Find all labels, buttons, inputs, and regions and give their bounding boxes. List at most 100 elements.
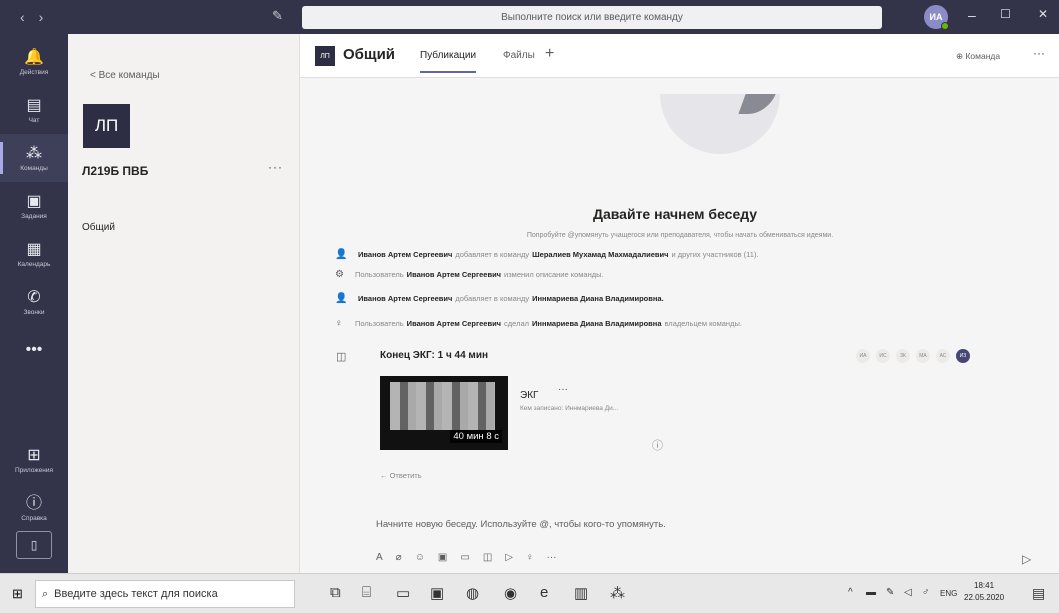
history-nav: ‹ › — [0, 9, 70, 25]
teams-icon: ⁂ — [26, 144, 42, 162]
chrome-icon[interactable]: ◉ — [504, 584, 517, 602]
team-more-icon[interactable]: ··· — [268, 160, 283, 174]
rail-item-teams[interactable]: ⁂ Команды — [0, 134, 68, 182]
system-message: 👤 Иванов Артем Сергеевич добавляет в ком… — [335, 246, 759, 262]
network-icon[interactable]: ▬ — [866, 587, 876, 598]
info-icon[interactable]: ⓘ — [652, 437, 663, 453]
tray-chevron-icon[interactable]: ^ — [848, 587, 853, 598]
participant-avatar[interactable]: ИЗ — [956, 349, 970, 363]
task-view-icon[interactable]: ⧉ — [330, 584, 341, 601]
explorer-icon[interactable]: ▭ — [396, 584, 410, 602]
event-user[interactable]: Иннмариева Диана Владимировна. — [532, 294, 664, 303]
participant-avatar[interactable]: ИС — [876, 349, 890, 363]
windows-start-icon[interactable]: ⊞ — [12, 586, 23, 602]
tab-files[interactable]: Файлы — [503, 50, 535, 61]
edit-team-icon: ⚙ — [335, 268, 344, 280]
event-user[interactable]: Иннмариева Диана Владимировна — [532, 319, 661, 328]
maximize-icon[interactable]: ☐ — [1000, 7, 1011, 21]
pen-icon[interactable]: ✎ — [886, 587, 894, 598]
rail-item-activity[interactable]: 🔔 Действия — [0, 38, 68, 86]
app-icon[interactable]: ◍ — [466, 584, 479, 602]
participant-avatar[interactable]: ЗК — [896, 349, 910, 363]
teams-taskbar-icon[interactable]: ⁂ — [610, 584, 625, 602]
rail-item-calls[interactable]: ✆ Звонки — [0, 278, 68, 326]
rail-item-assignments[interactable]: ▣ Задания — [0, 182, 68, 230]
format-icon[interactable]: A — [376, 552, 383, 563]
send-icon[interactable]: ▷ — [1022, 552, 1031, 566]
attach-icon[interactable]: ⌀ — [396, 552, 402, 563]
event-user[interactable]: Иванов Артем Сергеевич — [407, 270, 501, 279]
rail-item-apps[interactable]: ⊞ Приложения — [0, 436, 68, 484]
app-icon[interactable]: ▣ — [430, 584, 444, 602]
recording-more-icon[interactable]: ··· — [558, 384, 568, 395]
compose-input[interactable]: Начните новую беседу. Используйте @, что… — [376, 519, 666, 530]
sticker-icon[interactable]: ▭ — [460, 552, 469, 563]
welcome-illustration — [660, 94, 780, 154]
new-chat-icon[interactable]: ✎ — [272, 8, 283, 24]
channel-main: ЛП Общий Публикации Файлы + ⊕ Команда ··… — [300, 34, 1059, 573]
add-tab-icon[interactable]: + — [545, 45, 554, 63]
event-user[interactable]: Иванов Артем Сергеевич — [358, 294, 452, 303]
team-info-button[interactable]: ⊕ Команда — [956, 51, 1000, 62]
windows-search-input[interactable]: ⌕ Введите здесь текст для поиска — [35, 580, 295, 608]
rail-item-help[interactable]: ⓘ Справка — [0, 484, 68, 532]
event-user[interactable]: Шералиев Мухамад Махмадалиевич — [532, 250, 668, 259]
back-arrow-icon[interactable]: ‹ — [20, 9, 25, 25]
participant-avatar[interactable]: ИА — [856, 349, 870, 363]
language-indicator[interactable]: ENG — [940, 589, 957, 598]
tab-posts[interactable]: Публикации — [420, 50, 477, 73]
recording-card[interactable]: 40 мин 8 с ЭКГ Кем записано: Иннмариева … — [380, 376, 680, 450]
volume-icon[interactable]: ◁ — [904, 587, 912, 598]
team-button-label: Команда — [965, 51, 1001, 61]
event-text: изменил описание команды. — [504, 269, 604, 279]
bell-icon: 🔔 — [24, 48, 44, 66]
event-user[interactable]: Иванов Артем Сергеевич — [358, 250, 452, 259]
emoji-icon[interactable]: ☺ — [415, 552, 425, 563]
close-icon[interactable]: ✕ — [1038, 7, 1048, 21]
header-more-icon[interactable]: ··· — [1033, 46, 1045, 60]
team-panel: < Все команды ЛП Л219Б ПВБ ··· Общий — [68, 34, 300, 573]
more-options-icon[interactable]: ··· — [546, 552, 556, 563]
rail-label: Действия — [19, 68, 49, 76]
forward-arrow-icon[interactable]: › — [39, 9, 44, 25]
minimize-icon[interactable]: – — [968, 7, 976, 23]
presence-status-icon — [941, 22, 949, 30]
chat-icon: ▤ — [26, 96, 42, 114]
app-icon[interactable]: ▥ — [574, 584, 588, 602]
rail-item-calendar[interactable]: ▦ Календарь — [0, 230, 68, 278]
gif-icon[interactable]: ▣ — [438, 552, 447, 563]
meet-now-icon[interactable]: ◫ — [483, 552, 492, 563]
recording-thumbnail[interactable]: 40 мин 8 с — [380, 376, 508, 450]
channel-title: Общий — [343, 46, 396, 63]
windows-taskbar: ⊞ ⌕ Введите здесь текст для поиска ⧉ ⌸ ▭… — [0, 573, 1059, 613]
participant-avatar[interactable]: АС — [936, 349, 950, 363]
system-clock[interactable]: 18:41 22.05.2020 — [964, 580, 1004, 604]
search-input[interactable]: Выполните поиск или введите команду — [302, 6, 882, 29]
praise-icon[interactable]: ♀ — [526, 552, 534, 563]
notifications-icon[interactable]: ▤ — [1032, 585, 1045, 602]
event-text: и других участников (11). — [671, 249, 759, 259]
rail-item-chat[interactable]: ▤ Чат — [0, 86, 68, 134]
user-avatar[interactable]: ИА — [924, 5, 949, 30]
recording-name[interactable]: ЭКГ — [520, 390, 538, 401]
event-user[interactable]: Иванов Артем Сергеевич — [407, 319, 501, 328]
phone-icon: ✆ — [27, 288, 41, 306]
all-teams-link[interactable]: < Все команды — [90, 70, 160, 81]
rail-item-more[interactable]: ••• — [0, 326, 68, 374]
edge-icon[interactable]: e — [540, 584, 548, 601]
participant-avatar[interactable]: МА — [916, 349, 930, 363]
title-bar: ‹ › ✎ Выполните поиск или введите команд… — [0, 0, 1059, 34]
stream-icon[interactable]: ▷ — [505, 552, 513, 563]
rail-label: Задания — [21, 212, 47, 220]
rail-label: Чат — [28, 116, 40, 124]
keyboard-icon[interactable]: ♂ — [922, 587, 930, 598]
channel-item-general[interactable]: Общий — [82, 222, 115, 233]
rail-label: Команды — [20, 164, 48, 172]
more-icon: ••• — [25, 341, 43, 358]
search-icon: ⌕ — [42, 587, 49, 600]
reply-button[interactable]: ← Ответить — [380, 471, 422, 480]
app-icon[interactable]: ⌸ — [362, 584, 371, 601]
owner-icon: ♀ — [335, 317, 343, 329]
device-icon[interactable]: ▯ — [16, 531, 52, 559]
start-conversation-title: Давайте начнем беседу — [593, 206, 758, 222]
